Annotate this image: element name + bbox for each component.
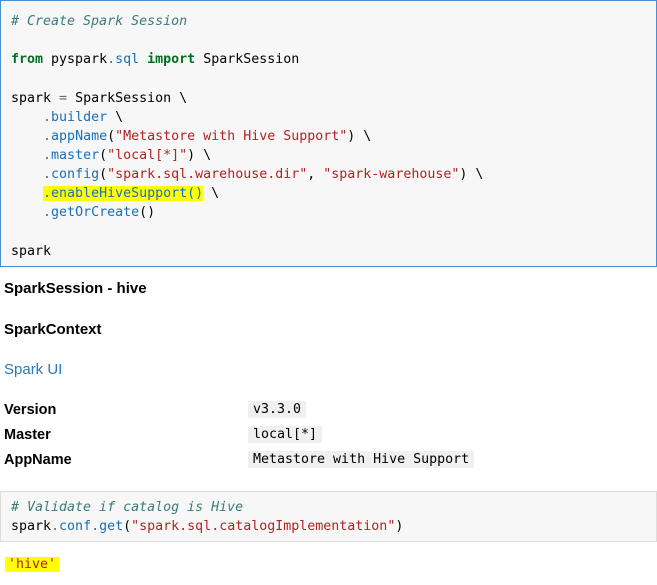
line-continuation: \ xyxy=(203,186,220,201)
class-name: SparkSession \ xyxy=(75,91,188,106)
code-comment: # Create Spark Session xyxy=(11,14,188,29)
string-literal: "Metastore with Hive Support" xyxy=(115,129,348,144)
line-continuation: ) \ xyxy=(187,148,212,163)
code-spark-assign-line: spark = SparkSession \ xyxy=(11,90,187,107)
info-label-version: Version xyxy=(4,402,57,418)
call-parens: () xyxy=(139,205,156,220)
dot-operator: . xyxy=(43,110,52,125)
variable-spark: spark xyxy=(11,91,52,106)
comma-separator: , xyxy=(307,167,324,182)
dot-operator: . xyxy=(91,519,100,534)
info-label-master: Master xyxy=(4,427,51,443)
method-get: get xyxy=(99,519,124,534)
info-value-master: local[*] xyxy=(248,426,323,443)
import-name: SparkSession xyxy=(195,52,300,67)
paren-open: ( xyxy=(123,519,132,534)
code-enable-hive-line: .enableHiveSupport() \ xyxy=(11,185,219,202)
method-builder: builder xyxy=(51,110,108,125)
code-appname-line: .appName("Metastore with Hive Support") … xyxy=(11,128,371,145)
string-literal: "spark.sql.catalogImplementation" xyxy=(131,519,396,534)
code-getorcreate-line: .getOrCreate() xyxy=(11,204,155,221)
method-appname: appName xyxy=(51,129,108,144)
info-value-version: v3.3.0 xyxy=(248,401,307,418)
highlighted-enable-hive-support: .enableHiveSupport() xyxy=(43,186,204,201)
spark-session-title: SparkSession - hive xyxy=(4,280,147,297)
module-attr: sql xyxy=(115,52,140,67)
code-cell-create-session[interactable]: # Create Spark Session from pyspark.sql … xyxy=(0,0,657,267)
keyword-import: import xyxy=(147,52,196,67)
code-comment: # Validate if catalog is Hive xyxy=(11,500,244,515)
method-master: master xyxy=(51,148,100,163)
code-import-line: from pyspark.sql import SparkSession xyxy=(11,51,299,68)
paren-open: ( xyxy=(99,148,108,163)
paren-open: ( xyxy=(99,167,108,182)
line-continuation: ) \ xyxy=(459,167,484,182)
info-value-appname: Metastore with Hive Support xyxy=(248,451,475,468)
spark-context-title: SparkContext xyxy=(4,321,102,338)
keyword-from: from xyxy=(11,52,44,67)
variable-spark: spark xyxy=(11,244,52,259)
string-literal: "local[*]" xyxy=(107,148,188,163)
code-conf-get-line: spark.conf.get("spark.sql.catalogImpleme… xyxy=(11,518,403,535)
code-builder-line: .builder \ xyxy=(11,109,123,126)
line-continuation: ) \ xyxy=(347,129,372,144)
code-comment-line: # Create Spark Session xyxy=(11,13,187,30)
code-config-line: .config("spark.sql.warehouse.dir", "spar… xyxy=(11,166,483,183)
attr-conf: conf xyxy=(59,519,92,534)
code-comment-line: # Validate if catalog is Hive xyxy=(11,499,243,516)
variable-spark: spark xyxy=(11,519,52,534)
dot-operator: . xyxy=(107,52,116,67)
string-literal: "spark.sql.warehouse.dir" xyxy=(107,167,308,182)
output-result-hive: 'hive' xyxy=(5,557,60,572)
paren-open: ( xyxy=(107,129,116,144)
spark-ui-link[interactable]: Spark UI xyxy=(4,361,62,378)
dot-operator: . xyxy=(43,148,52,163)
method-getorcreate: getOrCreate xyxy=(51,205,140,220)
line-continuation: \ xyxy=(107,110,124,125)
dot-operator: . xyxy=(43,167,52,182)
paren-close: ) xyxy=(395,519,404,534)
info-label-appname: AppName xyxy=(4,452,72,468)
dot-operator: . xyxy=(43,205,52,220)
code-spark-output-line: spark xyxy=(11,243,51,260)
dot-operator: . xyxy=(43,129,52,144)
string-literal: "spark-warehouse" xyxy=(323,167,460,182)
method-config: config xyxy=(51,167,100,182)
module-name: pyspark xyxy=(43,52,108,67)
dot-operator: . xyxy=(51,519,60,534)
code-cell-validate-catalog[interactable]: # Validate if catalog is Hive spark.conf… xyxy=(0,491,657,542)
code-master-line: .master("local[*]") \ xyxy=(11,147,211,164)
assign-operator: = xyxy=(51,91,76,106)
